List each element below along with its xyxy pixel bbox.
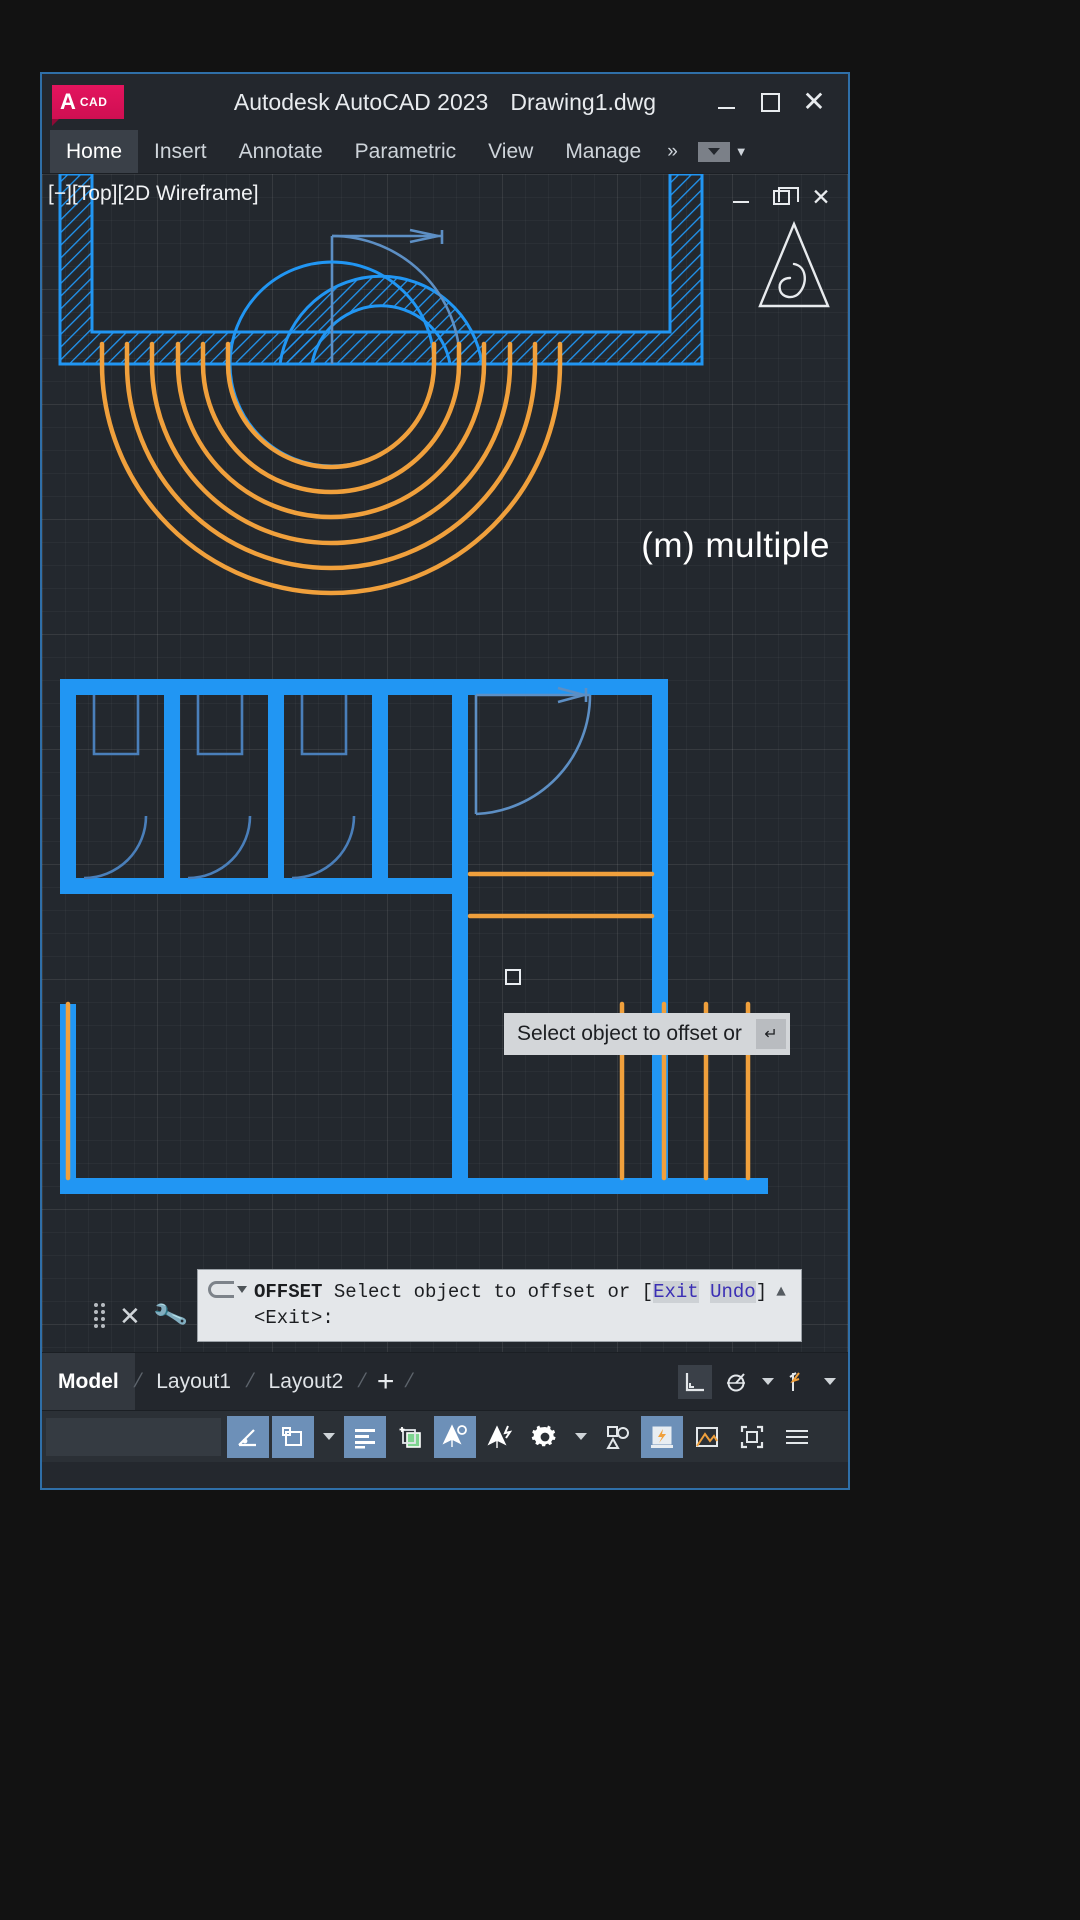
command-prompt-text: OFFSET Select object to offset or [Exit … [254, 1279, 771, 1331]
ortho-polar-icon[interactable] [227, 1415, 269, 1458]
viewport-label[interactable]: [−][Top][2D Wireframe] [48, 182, 259, 206]
status-coordinates-area[interactable] [46, 1417, 221, 1456]
clean-screen-icon[interactable] [731, 1416, 773, 1458]
layout-tab-layout1-label: Layout1 [156, 1369, 231, 1393]
document-name: Drawing1.dwg [510, 88, 657, 115]
layer-new-icon[interactable] [389, 1416, 431, 1458]
viewport-controls: ✕ [728, 184, 834, 210]
object-snap-icon[interactable] [272, 1415, 314, 1458]
cad-geometry [58, 174, 768, 1194]
command-drag-handle-icon[interactable] [94, 1303, 105, 1328]
viewcube-icon[interactable] [756, 220, 832, 312]
object-snap-dropdown-icon[interactable] [317, 1416, 341, 1458]
autocad-window: A CAD Autodesk AutoCAD 2023 Drawing1.dwg … [40, 72, 850, 1490]
command-customize-icon[interactable]: 🔧 [151, 1297, 190, 1334]
window-controls: ✕ [706, 82, 848, 122]
command-keyword-undo[interactable]: Undo [710, 1280, 756, 1303]
offset-lines-horizontal [467, 871, 655, 919]
ribbon-display-dropdown[interactable]: ▼ [690, 130, 756, 173]
quick-properties-icon[interactable] [641, 1415, 683, 1458]
layout-tab-layout2[interactable]: Layout2 [253, 1353, 360, 1410]
selection-cycling-icon[interactable] [596, 1416, 638, 1458]
settings-dropdown-icon[interactable] [569, 1416, 593, 1458]
command-prompt-body: Select object to offset or [ [322, 1280, 654, 1303]
door-swings-rooms [83, 815, 356, 880]
annotation-scale-icon[interactable] [720, 1365, 754, 1399]
tab-annotate-label: Annotate [238, 139, 323, 163]
tab-manage[interactable]: Manage [549, 130, 657, 173]
close-icon[interactable]: ✕ [794, 82, 834, 122]
viewport-minimize-icon[interactable] [728, 184, 754, 210]
tab-home[interactable]: Home [50, 130, 139, 173]
title-bar: A CAD Autodesk AutoCAD 2023 Drawing1.dwg … [42, 74, 848, 130]
layout-tab-model[interactable]: Model [42, 1353, 135, 1410]
model-space-icon[interactable] [678, 1364, 712, 1399]
annotation-visibility-icon[interactable] [782, 1365, 816, 1399]
chevron-down-icon: ▼ [734, 144, 748, 159]
command-keyword-exit[interactable]: Exit [653, 1280, 699, 1303]
autocad-logo[interactable]: A CAD [52, 85, 124, 126]
offset-arcs [99, 361, 563, 596]
viewport-restore-icon[interactable] [768, 184, 799, 210]
annotation-monitor-icon[interactable] [434, 1415, 476, 1458]
layout-tab-bar: Model / Layout1 / Layout2 / + / [42, 1352, 848, 1410]
annotation-scale-add-icon[interactable] [479, 1416, 521, 1458]
tab-view-label: View [488, 139, 534, 163]
tab-home-label: Home [66, 139, 123, 163]
status-bar-buttons [227, 1415, 818, 1458]
layout-tab-layout2-label: Layout2 [268, 1369, 344, 1393]
command-history-icon[interactable] [208, 1279, 254, 1298]
drawing-annotation: (m) multiple [641, 526, 830, 565]
logo-letter: A [60, 89, 76, 114]
status-bar [42, 1410, 848, 1462]
tab-insert[interactable]: Insert [138, 130, 223, 173]
tab-manage-label: Manage [565, 139, 642, 163]
command-line[interactable]: OFFSET Select object to offset or [Exit … [197, 1268, 802, 1342]
customization-menu-icon[interactable] [776, 1416, 818, 1458]
command-scroll-up-icon[interactable]: ▲ [771, 1279, 791, 1303]
room-fixtures [92, 695, 348, 756]
logo-cad-text: CAD [79, 95, 108, 109]
drawing-canvas[interactable]: [−][Top][2D Wireframe] ✕ (m) multiple Se… [42, 174, 848, 1352]
tab-insert-label: Insert [154, 139, 207, 163]
annotation-scale-dropdown-icon[interactable] [762, 1378, 774, 1385]
annotation-visibility-dropdown-icon[interactable] [824, 1378, 836, 1385]
app-name: Autodesk AutoCAD 2023 [233, 88, 489, 115]
layout-tab-layout1[interactable]: Layout1 [140, 1353, 247, 1410]
crosshair-pickbox [505, 969, 521, 985]
viewport-close-icon[interactable]: ✕ [808, 184, 834, 210]
ribbon-tab-bar: Home Insert Annotate Parametric View Man… [42, 130, 848, 174]
isolate-objects-icon[interactable] [344, 1415, 386, 1458]
door-arc-plan [474, 686, 592, 816]
ribbon-display-box-icon [697, 141, 730, 162]
layout-tab-model-label: Model [58, 1369, 119, 1393]
minimize-icon[interactable] [706, 82, 746, 122]
command-line-handles: ✕ 🔧 [94, 1297, 189, 1333]
layout-right-tools [678, 1364, 848, 1399]
tab-annotate[interactable]: Annotate [223, 130, 339, 173]
tooltip-return-icon[interactable]: ↵ [755, 1019, 786, 1049]
add-layout-button[interactable]: + [365, 1366, 407, 1397]
tab-parametric-label: Parametric [354, 139, 457, 163]
tab-overflow-icon[interactable]: » [657, 130, 688, 173]
tooltip-text: Select object to offset or [517, 1022, 742, 1045]
settings-gear-icon[interactable] [524, 1416, 566, 1458]
tab-parametric[interactable]: Parametric [339, 130, 473, 173]
command-close-icon[interactable]: ✕ [119, 1303, 141, 1329]
tab-view[interactable]: View [472, 130, 549, 173]
dynamic-input-tooltip: Select object to offset or ↵ [504, 1013, 790, 1055]
maximize-icon[interactable] [750, 82, 790, 122]
command-name: OFFSET [254, 1280, 323, 1303]
isolate-display-icon[interactable] [686, 1416, 728, 1458]
